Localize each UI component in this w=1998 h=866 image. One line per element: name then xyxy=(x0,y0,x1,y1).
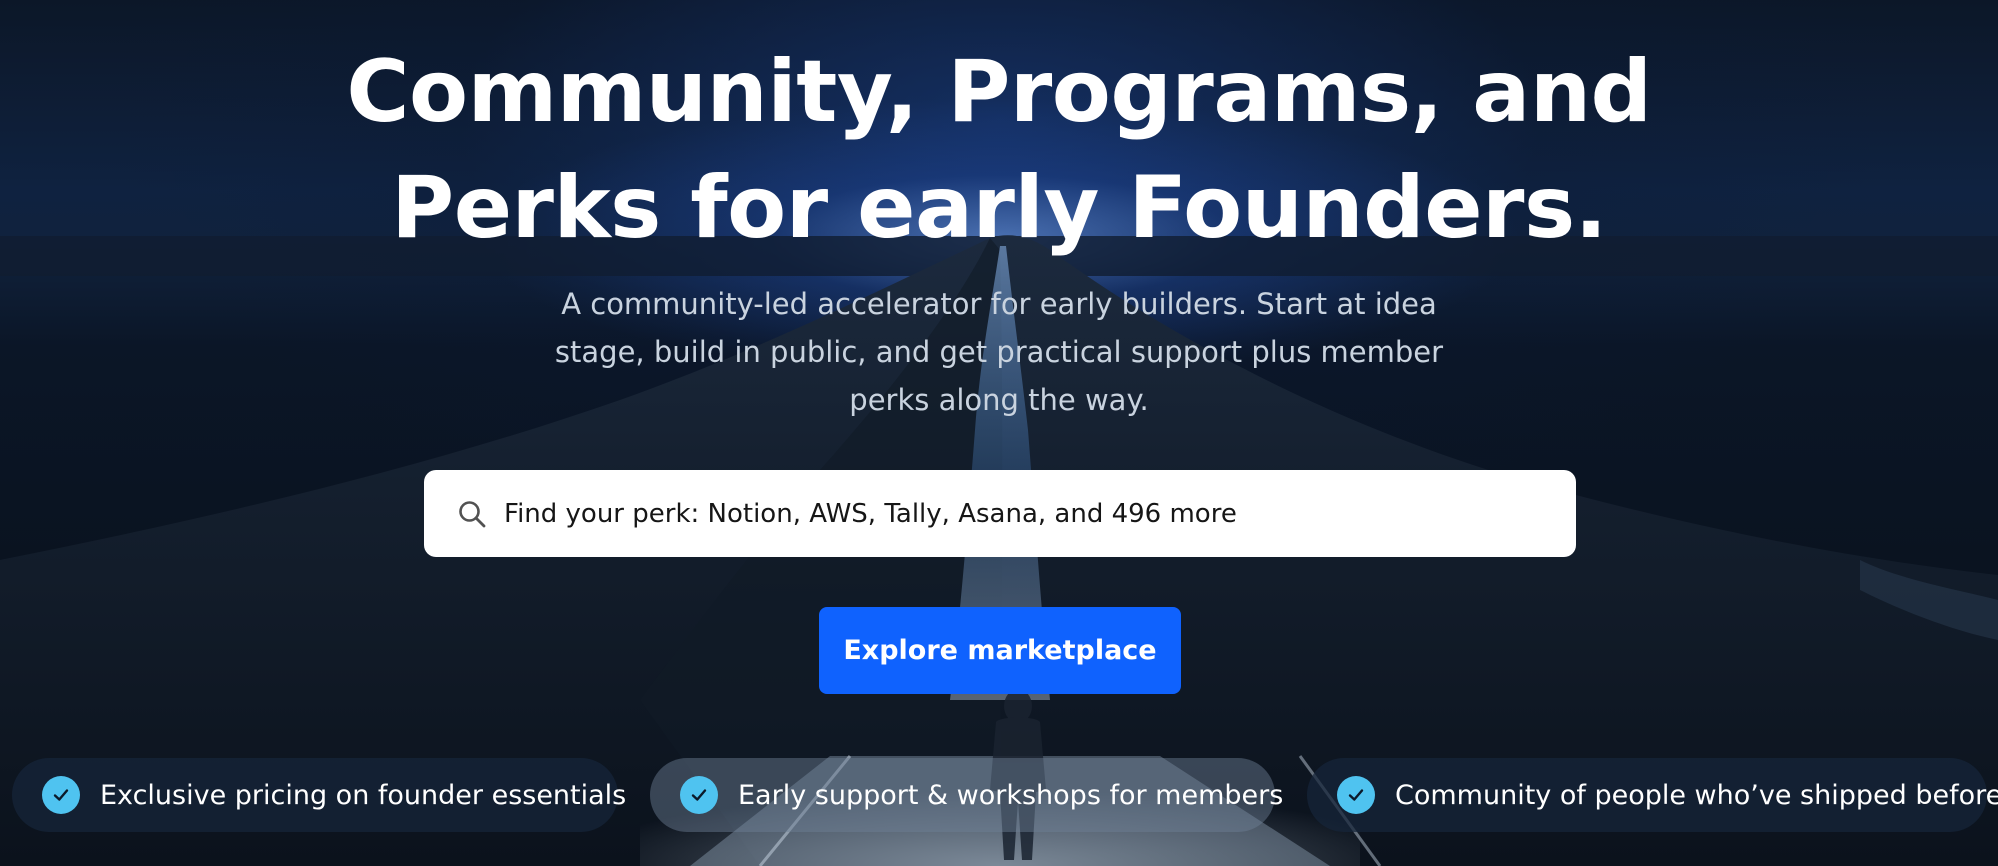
search-placeholder[interactable]: Find your perk: Notion, AWS, Tally, Asan… xyxy=(504,499,1237,529)
page-title-line-2: Perks for early Founders. xyxy=(391,158,1607,258)
feature-pill-community: Community of people who’ve shipped befor… xyxy=(1307,758,1998,832)
perk-search-input[interactable]: Find your perk: Notion, AWS, Tally, Asan… xyxy=(424,470,1576,557)
feature-pill-support: Early support & workshops for members xyxy=(650,758,1283,832)
feature-pill-pricing: Exclusive pricing on founder essentials xyxy=(12,758,626,832)
page-title: Community, Programs, and Perks for early… xyxy=(0,34,1998,266)
feature-label: Community of people who’ve shipped befor… xyxy=(1395,779,1998,811)
search-icon xyxy=(456,498,488,530)
feature-label: Exclusive pricing on founder essentials xyxy=(100,779,627,811)
explore-marketplace-button[interactable]: Explore marketplace xyxy=(819,607,1181,694)
check-icon xyxy=(42,776,80,814)
feature-highlights: Exclusive pricing on founder essentials … xyxy=(0,758,1998,832)
check-icon xyxy=(1337,776,1375,814)
check-icon xyxy=(680,776,718,814)
feature-label: Early support & workshops for members xyxy=(738,779,1284,811)
page-title-line-1: Community, Programs, and xyxy=(346,42,1652,142)
hero-subtitle: A community-led accelerator for early bu… xyxy=(554,287,1444,417)
hero-section: Community, Programs, and Perks for early… xyxy=(0,0,1998,866)
